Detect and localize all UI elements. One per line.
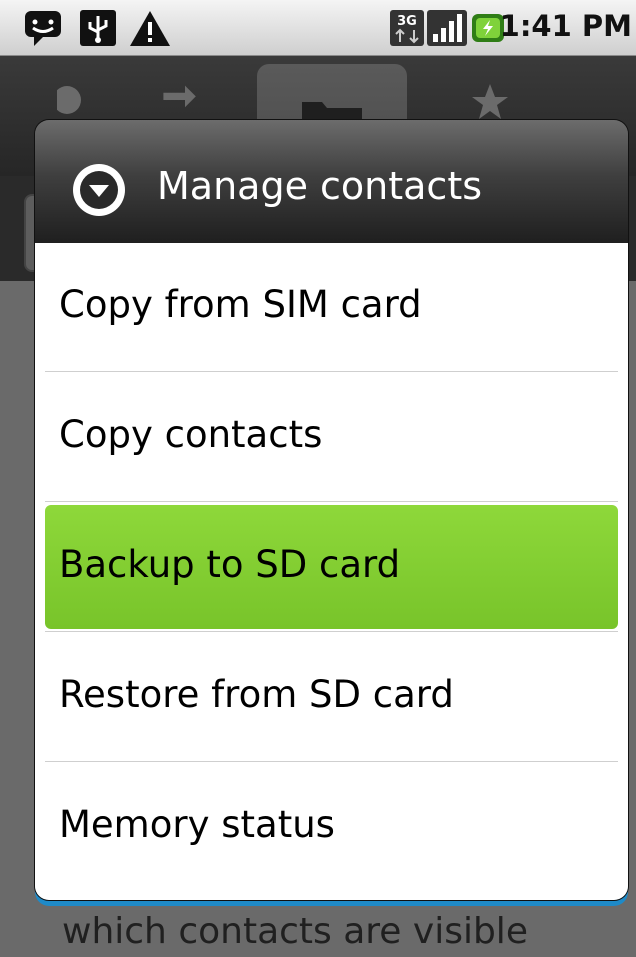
menu-item-backup-to-sd[interactable]: Backup to SD card — [45, 505, 618, 629]
chat-notification-icon — [25, 11, 61, 46]
menu-item-copy-contacts[interactable]: Copy contacts — [35, 373, 628, 501]
3g-icon: 3G — [390, 10, 424, 46]
menu-item-label: Copy contacts — [59, 413, 323, 456]
status-time: 1:41 PM — [499, 9, 632, 43]
menu-item-label: Copy from SIM card — [59, 283, 422, 326]
manage-contacts-dialog: Manage contacts Copy from SIM card Copy … — [35, 120, 628, 900]
menu-item-label: Memory status — [59, 803, 335, 846]
background-bottom-text: which contacts are visible — [62, 911, 528, 952]
signal-icon — [427, 10, 467, 46]
warning-icon — [130, 11, 170, 46]
svg-text:3G: 3G — [397, 14, 417, 29]
dialog-menu: Copy from SIM card Copy contacts Backup … — [35, 243, 628, 900]
divider — [45, 501, 618, 502]
divider — [45, 371, 618, 372]
menu-item-label: Backup to SD card — [59, 543, 401, 586]
favorites-star-icon — [472, 84, 508, 119]
contacts-folder-icon — [302, 102, 362, 122]
phone-icon — [163, 85, 196, 108]
menu-item-label: Restore from SD card — [59, 673, 454, 716]
dropdown-circle-icon — [73, 164, 125, 216]
dialog-title-bar: Manage contacts — [35, 120, 628, 244]
menu-item-memory-status[interactable]: Memory status — [35, 763, 628, 891]
menu-item-restore-from-sd[interactable]: Restore from SD card — [35, 633, 628, 761]
menu-item-copy-from-sim[interactable]: Copy from SIM card — [35, 243, 628, 371]
status-bar: 3G 1:41 PM — [0, 0, 636, 56]
call-log-icon — [57, 86, 81, 114]
divider — [45, 631, 618, 632]
divider — [45, 761, 618, 762]
usb-icon — [80, 10, 116, 46]
dialog-title: Manage contacts — [157, 164, 483, 208]
